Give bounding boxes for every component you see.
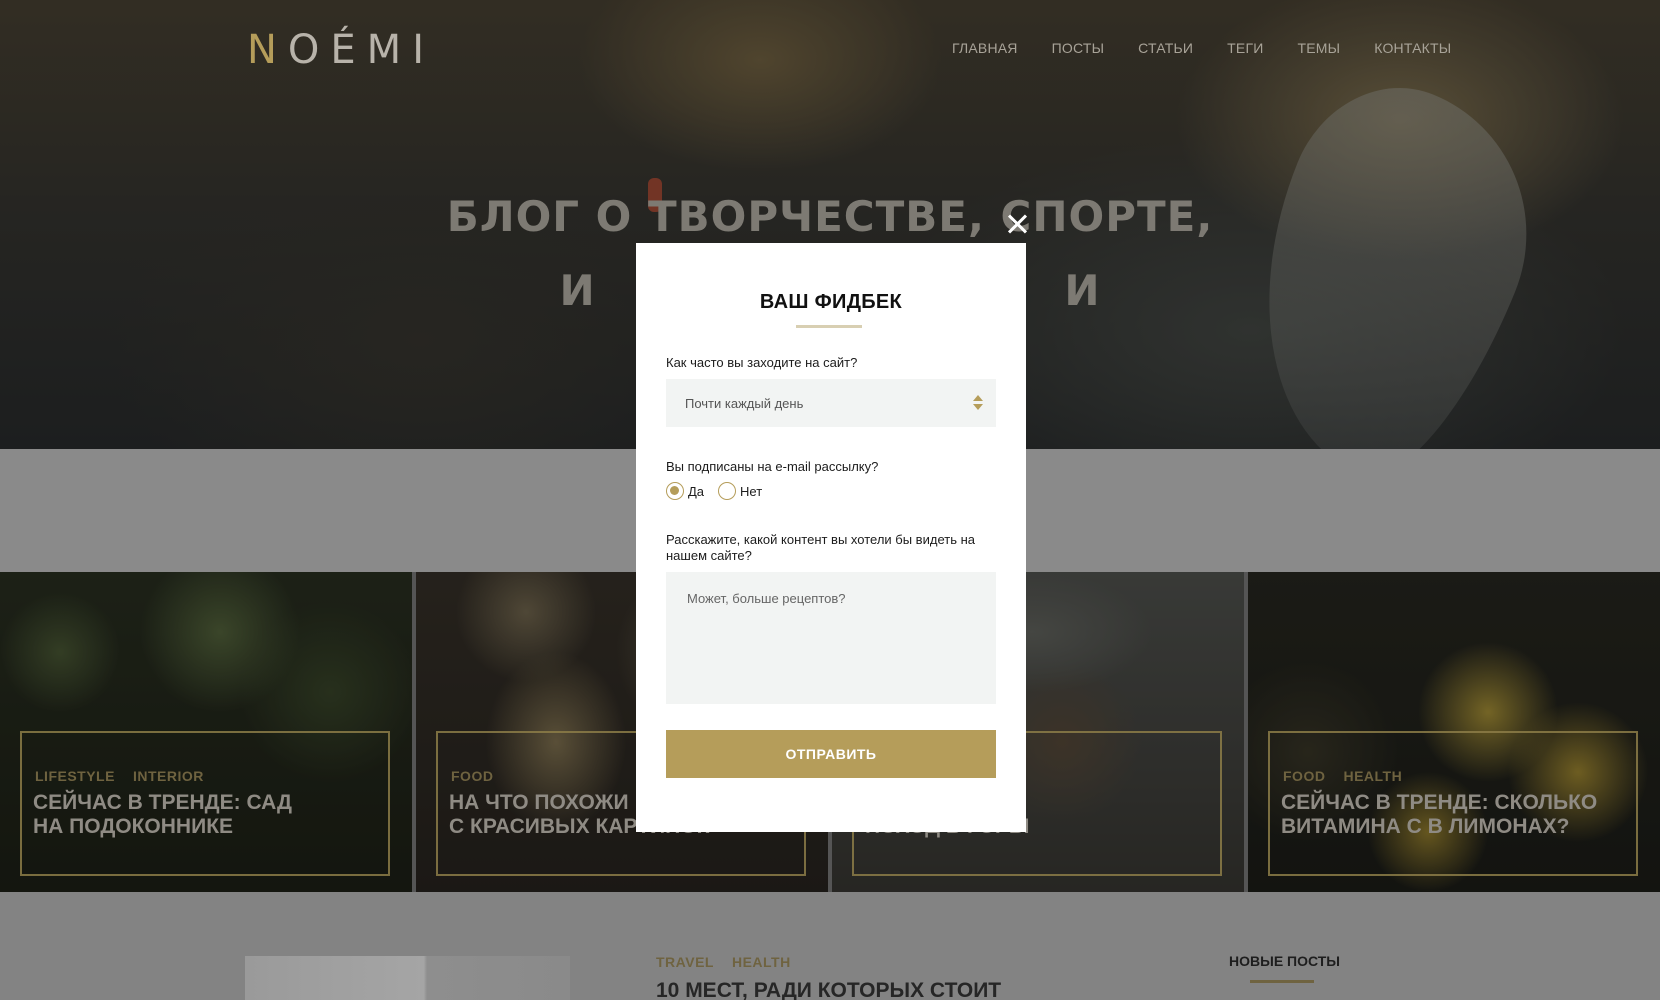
card-tag[interactable]: HEALTH [1343,768,1402,784]
card-tag[interactable]: FOOD [451,768,493,784]
radio-yes-indicator[interactable] [666,482,684,500]
post-tag[interactable]: TRAVEL [656,954,714,970]
modal-title-underline [796,325,862,328]
post-tag[interactable]: HEALTH [732,954,791,970]
logo-rest: OÉMI [287,27,435,73]
post-tags: TRAVEL HEALTH [656,954,791,970]
sort-arrows-icon [973,395,983,413]
question-frequency-label: Как часто вы заходите на сайт? [666,355,858,370]
card-title[interactable]: СЕЙЧАС В ТРЕНДЕ: САД НА ПОДОКОННИКЕ [33,791,363,839]
nav-item-topics[interactable]: ТЕМЫ [1298,40,1341,56]
featured-card[interactable]: FOOD HEALTH СЕЙЧАС В ТРЕНДЕ: СКОЛЬКО ВИТ… [1248,572,1660,892]
radio-no-label: Нет [740,483,763,499]
post-thumbnail[interactable] [245,956,570,1000]
question-content-label: Расскажите, какой контент вы хотели бы в… [666,532,975,563]
nav-item-articles[interactable]: СТАТЬИ [1138,40,1193,56]
card-tags: FOOD HEALTH [1283,768,1402,784]
site-logo[interactable]: NOÉMI [247,28,435,72]
sidebar-title-underline [1250,980,1314,983]
radio-yes[interactable]: Да [666,482,704,500]
question-subscription-label: Вы подписаны на e-mail рассылку? [666,459,879,474]
card-tag[interactable]: FOOD [1283,768,1325,784]
radio-no-indicator[interactable] [718,482,737,500]
submit-button[interactable]: ОТПРАВИТЬ [666,730,996,778]
content-textarea[interactable]: Может, больше рецептов? [666,572,996,704]
post-title[interactable]: 10 МЕСТ, РАДИ КОТОРЫХ СТОИТ [656,979,1001,1000]
radio-yes-label: Да [688,483,705,499]
card-tags: LIFESTYLE INTERIOR [35,768,204,784]
card-title[interactable]: СЕЙЧАС В ТРЕНДЕ: СКОЛЬКО ВИТАМИНА С В ЛИ… [1281,791,1611,839]
nav-item-home[interactable]: ГЛАВНАЯ [952,40,1018,56]
nav-item-posts[interactable]: ПОСТЫ [1052,40,1105,56]
nav-item-contacts[interactable]: КОНТАКТЫ [1374,40,1451,56]
card-tags: FOOD [451,768,493,784]
main-nav: ГЛАВНАЯ ПОСТЫ СТАТЬИ ТЕГИ ТЕМЫ КОНТАКТЫ [952,40,1451,56]
card-tag[interactable]: LIFESTYLE [35,768,115,784]
card-title-line: НА ПОДОКОННИКЕ [33,815,234,838]
card-title-line: СЕЙЧАС В ТРЕНДЕ: САД [33,791,293,814]
frequency-select[interactable]: Почти каждый день [666,379,996,427]
close-icon[interactable] [1006,212,1030,236]
modal-title: ВАШ ФИДБЕК [759,291,903,313]
featured-card[interactable]: LIFESTYLE INTERIOR СЕЙЧАС В ТРЕНДЕ: САД … [0,572,412,892]
posts-section: TRAVEL HEALTH 10 МЕСТ, РАДИ КОТОРЫХ СТОИ… [0,892,1660,1000]
card-tag[interactable]: INTERIOR [133,768,204,784]
logo-first-letter: N [247,27,288,73]
radio-no[interactable]: Нет [718,482,762,500]
subscription-radio-group: Да Нет [666,482,776,500]
nav-item-tags[interactable]: ТЕГИ [1227,40,1263,56]
sidebar-title: НОВЫЕ ПОСТЫ [1229,953,1341,969]
card-title-line: ВИТАМИНА С В ЛИМОНАХ? [1281,815,1570,838]
card-title-line: СЕЙЧАС В ТРЕНДЕ: СКОЛЬКО [1281,791,1598,814]
feedback-modal: ВАШ ФИДБЕК Как часто вы заходите на сайт… [636,243,1026,832]
frequency-select-value: Почти каждый день [685,395,804,411]
